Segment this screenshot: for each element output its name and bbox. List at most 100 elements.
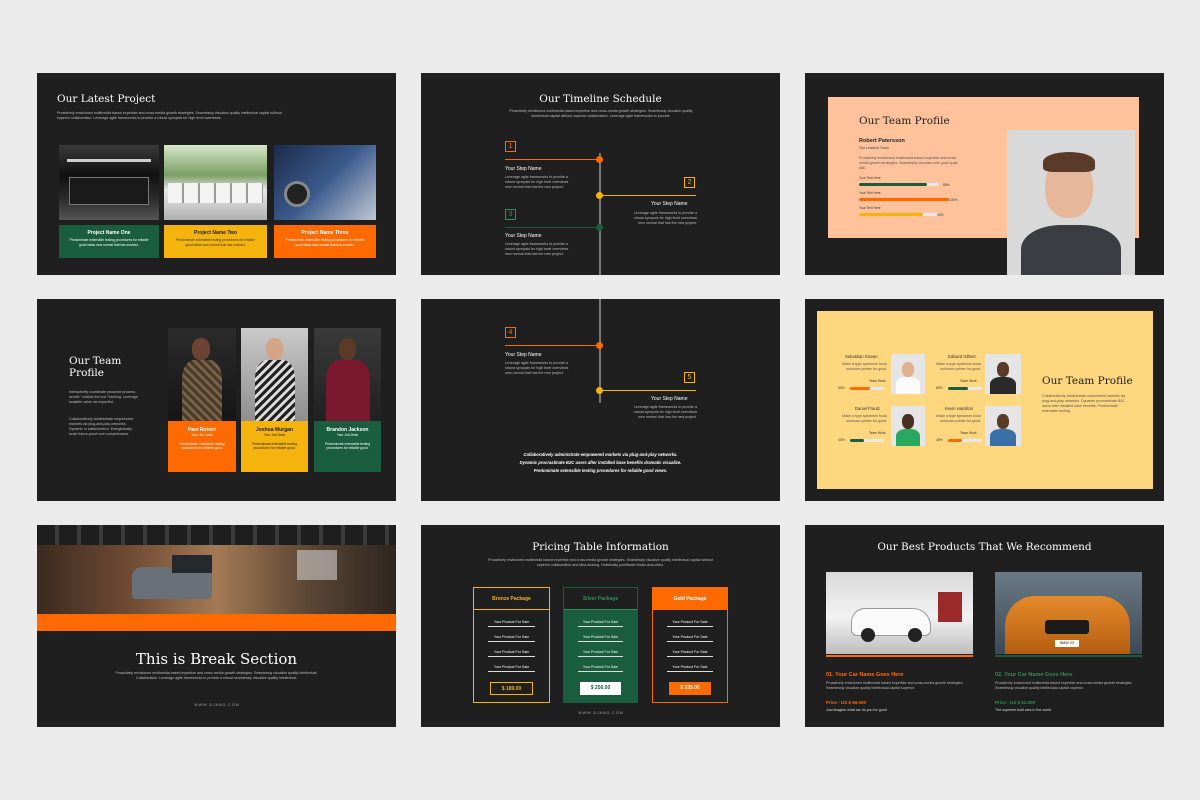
slide-break-section[interactable]: This is Break Section Proactively envisi… (37, 525, 396, 727)
project-card-three[interactable]: Project Name Three Predominate extensibl… (274, 225, 376, 258)
package-item: Your Product For Sale (488, 620, 535, 627)
member-name: Edward Gilbert (948, 354, 976, 359)
team-bar-fill (850, 387, 871, 390)
step-number-icon: 2 (684, 177, 695, 188)
package-item: Your Product For Sale (578, 635, 623, 642)
member-photo (985, 354, 1021, 394)
slide-pricing-table[interactable]: Pricing Table Information Proactively en… (421, 525, 780, 727)
member-photo (314, 328, 381, 423)
step-number-icon: 4 (505, 327, 516, 338)
skill-percent: 80% (937, 213, 944, 217)
project-card-two[interactable]: Project Name Two Predominate extensible … (164, 225, 267, 258)
package-price-button[interactable]: $ 256.00 (580, 682, 621, 695)
bar-percent: 60% (936, 386, 943, 390)
project-card-text: Predominate extensible testing procedure… (285, 238, 365, 247)
product-text: Proactively envisioned multimedia based … (826, 681, 964, 690)
slide-team-profile-grid[interactable]: Our Team Profile Collaboratively adminis… (805, 299, 1164, 501)
bar-percent: 40% (936, 438, 943, 442)
product-photo-two: BMW X3 (995, 572, 1142, 654)
website-url[interactable]: W W W . D J A N G . C O M (37, 703, 396, 707)
member-photo (241, 328, 308, 423)
package-item: Your Product For Sale (578, 650, 623, 657)
bar-percent: 60% (838, 386, 845, 390)
slide-latest-project[interactable]: Our Latest Project Proactively envisione… (37, 73, 396, 275)
member-text: Make a type specimen book unknown printe… (842, 414, 887, 423)
step-text: Leverage agile frameworks to provide a r… (633, 405, 697, 419)
member-text: Make a type specimen book unknown printe… (936, 362, 981, 371)
team-bar-fill (850, 439, 864, 442)
member-text: Predominate extensible testing procedure… (324, 441, 371, 451)
quote-line: Predominate extensible testing procedure… (533, 468, 668, 473)
product-photo-one (826, 572, 973, 654)
project-card-text: Predominate extensible testing procedure… (69, 238, 149, 247)
slide-title: Our Team Profile (69, 355, 122, 379)
skill-bar-fill (859, 198, 949, 201)
bar-label: Team Work (869, 431, 886, 435)
bar-percent: 40% (838, 438, 845, 442)
product-price: Price : US $ 69.000 (826, 700, 867, 705)
project-card-one[interactable]: Project Name One Predominate extensible … (59, 225, 159, 258)
member-card[interactable]: Paul Robert Your Job Desk Predominate ex… (168, 421, 236, 472)
member-text: Make a type specimen book unknown printe… (936, 414, 981, 423)
skill-bar-fill (859, 213, 923, 216)
bar-label: Team Work (960, 379, 977, 383)
quote-block: Collaboratively administrate empowered m… (481, 451, 720, 475)
package-item: Your Product For Sale (667, 650, 713, 657)
slide-description: Proactively envisioned multimedia based … (115, 671, 318, 680)
slide-description: Proactively envisioned multimedia based … (488, 558, 713, 567)
timeline-dot (596, 387, 603, 394)
pricing-card-bronze[interactable]: Bronze Package Your Product For Sale You… (473, 587, 550, 703)
pricing-card-silver[interactable]: Silver Package Your Product For Sale You… (563, 587, 638, 703)
timeline-connector (505, 345, 600, 346)
member-card[interactable]: Joshua Murgan Your Job Desk Predominate … (241, 421, 308, 472)
project-card-title: Project Name One (87, 230, 131, 236)
step-text: Leverage agile frameworks to provide a r… (633, 211, 697, 225)
profile-role: Our Leaders Team (859, 146, 889, 150)
member-photo (168, 328, 236, 423)
slide-timeline-schedule[interactable]: Our Timeline Schedule Proactively envisi… (421, 73, 780, 275)
slide-description: Proactively envisioned multimedia based … (57, 111, 282, 120)
license-plate: BMW X3 (1055, 640, 1079, 647)
website-url[interactable]: W W W . D J A N G . C O M (421, 711, 780, 715)
member-photo (985, 406, 1021, 446)
product-title: 02. Your Car Name Goes Here (995, 672, 1073, 678)
slide-description: Interactively coordinate proactive proce… (69, 390, 138, 404)
member-role: Your Job Desk (336, 433, 359, 437)
member-card[interactable]: Brandon Jackson Your Job Desk Predominat… (314, 421, 381, 472)
quote-line: Collaboratively administrate empowered m… (523, 452, 678, 457)
member-role: Your Job Desk (191, 433, 213, 437)
skill-bar-fill (859, 183, 927, 186)
slide-description: Collaboratively administrate empowered m… (1042, 394, 1126, 413)
slide-team-profile-single[interactable]: Our Team Profile Robert Patersson Our Le… (805, 73, 1164, 275)
package-item: Your Product For Sale (667, 635, 713, 642)
slide-description: Collaboratively administrate empowered m… (69, 417, 133, 436)
package-item: Your Product For Sale (578, 620, 623, 627)
skill-percent: 100% (949, 198, 958, 202)
product-tagline: The supreme built cars in the world (995, 708, 1051, 712)
timeline-dot (596, 156, 603, 163)
team-bar-fill (948, 387, 969, 390)
profile-photo (1007, 130, 1135, 275)
slide-best-products[interactable]: Our Best Products That We Recommend BMW … (805, 525, 1164, 727)
product-title: 01. Your Car Name Goes Here (826, 672, 904, 678)
package-item: Your Product For Sale (667, 665, 713, 672)
project-card-text: Predominate extensible testing procedure… (176, 238, 255, 247)
project-photo-one (59, 145, 159, 220)
pricing-card-gold[interactable]: Gold Package Your Product For Sale Your … (652, 587, 728, 703)
slide-team-profile-three[interactable]: Our Team Profile Interactively coordinat… (37, 299, 396, 501)
member-photo (891, 354, 925, 394)
step-title: Your Step Name (505, 233, 542, 239)
skill-label: Your Text Here (859, 176, 881, 180)
step-text: Leverage agile frameworks to provide a r… (505, 242, 569, 256)
step-number-icon: 5 (684, 372, 695, 383)
slide-timeline-continued[interactable]: 4 Your Step Name Leverage agile framewor… (421, 299, 780, 501)
step-number-icon: 1 (505, 141, 516, 152)
accent-band (37, 614, 396, 631)
package-name: Silver Package (564, 588, 637, 610)
step-text: Leverage agile frameworks to provide a r… (505, 175, 569, 189)
project-photo-three (274, 145, 376, 220)
package-price-button[interactable]: $ 335.00 (669, 682, 711, 695)
timeline-connector (600, 195, 696, 196)
package-price-button[interactable]: $ 189.00 (490, 682, 533, 695)
project-card-title: Project Name Two (194, 230, 237, 236)
